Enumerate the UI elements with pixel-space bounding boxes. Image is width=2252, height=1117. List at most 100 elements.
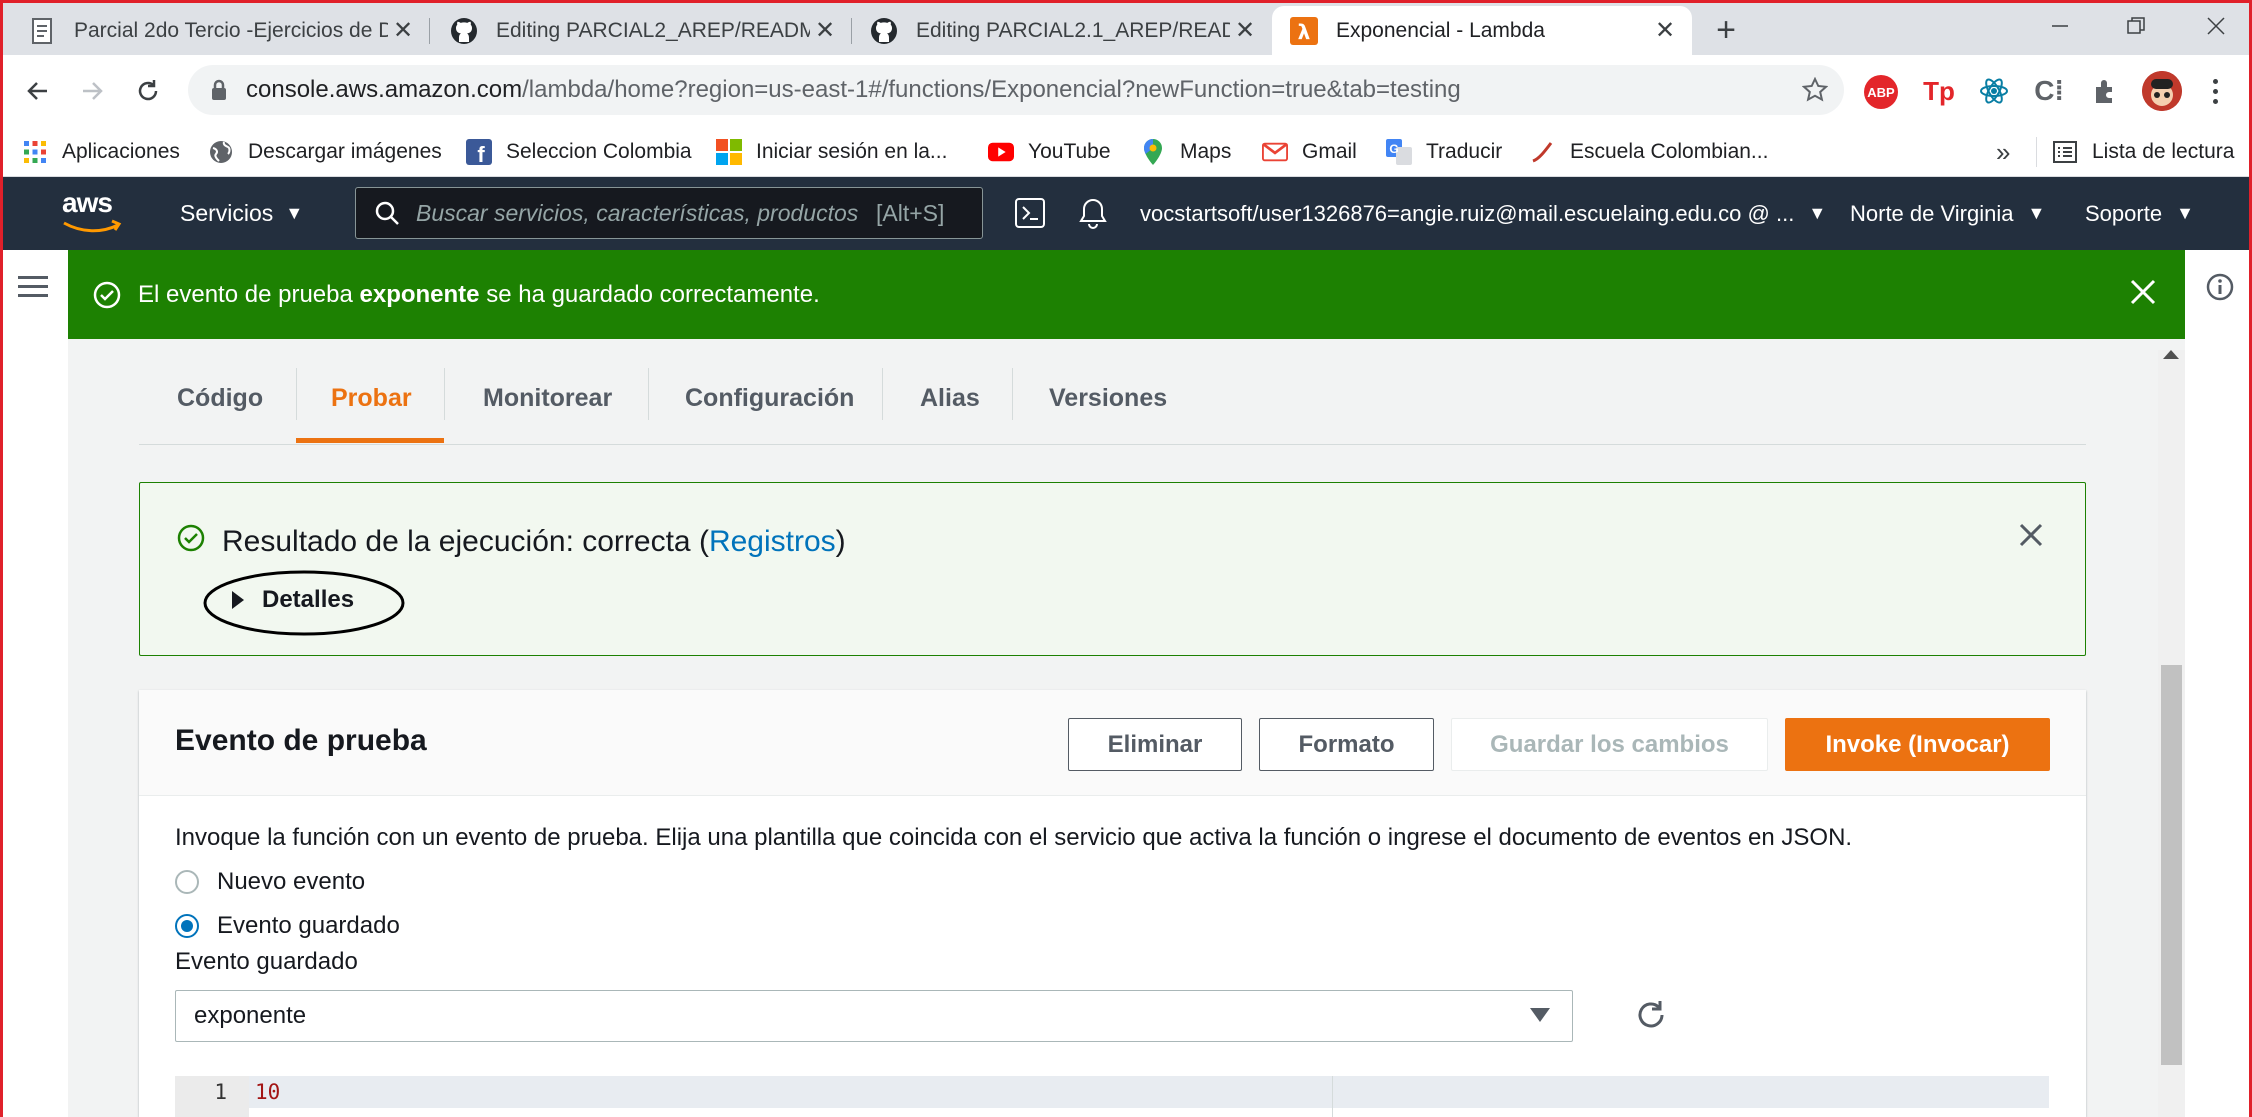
bookmark-label: Seleccion Colombia	[506, 140, 692, 163]
close-icon[interactable]: ✕	[388, 16, 418, 46]
reload-icon[interactable]	[128, 71, 168, 111]
bookmark-star-icon[interactable]	[1802, 77, 1828, 103]
services-menu[interactable]: Servicios ▼	[180, 177, 303, 250]
logs-link[interactable]: Registros	[709, 525, 836, 558]
browser-toolbar: console.aws.amazon.com/lambda/home?regio…	[0, 55, 2252, 127]
bookmark-item[interactable]: Aplicaciones	[22, 127, 180, 177]
invoke-button[interactable]: Invoke (Invocar)	[1785, 718, 2050, 771]
radio-button-selected[interactable]	[175, 914, 199, 938]
aws-search-box[interactable]: Buscar servicios, características, produ…	[355, 187, 983, 239]
line-number: 1	[214, 1080, 227, 1104]
check-circle-icon	[92, 280, 122, 310]
microsoft-icon	[716, 139, 742, 165]
delete-button[interactable]: Eliminar	[1068, 718, 1242, 771]
extension-tp-icon[interactable]: Tp	[1922, 73, 1956, 109]
tab-codigo[interactable]: Código	[177, 352, 263, 444]
tab-probar[interactable]: Probar	[331, 352, 412, 444]
close-icon[interactable]	[2129, 278, 2157, 306]
region-menu[interactable]: Norte de Virginia ▼	[1850, 177, 2045, 250]
react-devtools-icon[interactable]	[1976, 73, 2012, 109]
scroll-up-arrow-icon[interactable]	[2163, 350, 2179, 359]
bookmark-item[interactable]: Maps	[1140, 127, 1231, 177]
radio-button[interactable]	[175, 870, 199, 894]
address-bar[interactable]: console.aws.amazon.com/lambda/home?regio…	[188, 65, 1844, 115]
browser-tab[interactable]: Editing PARCIAL2_AREP/README ✕	[432, 6, 852, 55]
school-icon	[1530, 139, 1556, 165]
globe-icon	[208, 139, 234, 165]
details-toggle[interactable]: Detalles	[232, 583, 354, 617]
browser-tab-active[interactable]: λ Exponencial - Lambda ✕	[1272, 6, 1692, 55]
bookmark-item[interactable]: Descargar imágenes	[208, 127, 442, 177]
right-gutter	[2185, 250, 2252, 1117]
bookmark-label: Aplicaciones	[62, 140, 180, 163]
close-icon[interactable]: ✕	[1650, 16, 1680, 46]
new-tab-button[interactable]: +	[1706, 10, 1746, 50]
aws-logo-text: aws	[62, 187, 113, 218]
browser-tab[interactable]: Editing PARCIAL2.1_AREP/READM ✕	[852, 6, 1272, 55]
adblock-icon[interactable]: ABP	[1864, 75, 1898, 109]
saved-event-select[interactable]: exponente	[175, 990, 1573, 1042]
back-icon[interactable]	[18, 71, 58, 111]
json-editor[interactable]: 1 10	[175, 1076, 2049, 1117]
facebook-icon: f	[466, 139, 492, 165]
format-button[interactable]: Formato	[1259, 718, 1434, 771]
bookmark-label: Iniciar sesión en la...	[756, 140, 948, 163]
info-icon[interactable]	[2205, 272, 2235, 302]
hamburger-menu-icon[interactable]	[18, 274, 50, 304]
extension-c-icon[interactable]: C⁞	[2032, 73, 2066, 109]
extensions-puzzle-icon[interactable]	[2088, 73, 2124, 109]
browser-tab[interactable]: Parcial 2do Tercio -Ejercicios de D ✕	[10, 6, 430, 55]
tab-configuracion[interactable]: Configuración	[685, 352, 854, 444]
tab-divider	[296, 368, 297, 420]
bookmark-item[interactable]: Escuela Colombian...	[1530, 127, 1768, 177]
tab-alias[interactable]: Alias	[920, 352, 980, 444]
browser-tab-strip: Parcial 2do Tercio -Ejercicios de D ✕ Ed…	[0, 0, 2252, 55]
flash-prefix: El evento de prueba	[138, 280, 360, 308]
caret-down-icon: ▼	[2027, 203, 2046, 223]
refresh-icon[interactable]	[1634, 998, 1670, 1034]
code-line: 10	[255, 1080, 281, 1104]
bookmarks-overflow-button[interactable]: »	[1996, 127, 2010, 177]
save-changes-button[interactable]: Guardar los cambios	[1451, 718, 1768, 771]
details-label: Detalles	[262, 586, 355, 613]
tab-monitorear[interactable]: Monitorear	[483, 352, 612, 444]
bell-icon[interactable]	[1078, 197, 1112, 231]
radio-saved-event[interactable]: Evento guardado	[175, 910, 400, 942]
bookmark-item[interactable]: YouTube	[988, 127, 1111, 177]
bookmarks-bar: Aplicaciones Descargar imágenes f Selecc…	[0, 127, 2252, 177]
tab-title: Editing PARCIAL2_AREP/README	[496, 18, 810, 42]
search-icon	[374, 200, 400, 226]
close-icon[interactable]	[2017, 521, 2045, 549]
close-icon[interactable]: ✕	[810, 16, 840, 46]
radio-new-event[interactable]: Nuevo evento	[175, 866, 365, 898]
forward-icon[interactable]	[72, 71, 112, 111]
close-icon[interactable]: ✕	[1230, 16, 1260, 46]
bookmark-item[interactable]: Gmail	[1262, 127, 1357, 177]
search-placeholder: Buscar servicios, características, produ…	[416, 199, 859, 226]
tab-title: Parcial 2do Tercio -Ejercicios de D	[74, 18, 388, 42]
scrollbar-thumb[interactable]	[2161, 665, 2182, 1065]
cloudshell-icon[interactable]	[1014, 197, 1048, 231]
close-window-button[interactable]	[2196, 8, 2236, 44]
caret-down-icon	[1530, 1008, 1550, 1022]
bookmarks-divider	[2036, 137, 2037, 167]
browser-menu-icon[interactable]	[2200, 71, 2230, 111]
profile-avatar[interactable]	[2142, 71, 2182, 111]
tab-versiones[interactable]: Versiones	[1049, 352, 1167, 444]
active-tab-indicator	[296, 438, 444, 443]
support-menu[interactable]: Soporte ▼	[2085, 177, 2194, 250]
radio-label: Nuevo evento	[217, 868, 366, 895]
success-flash-banner: El evento de prueba exponente se ha guar…	[68, 250, 2185, 339]
translate-icon: G	[1386, 139, 1412, 165]
tab-divider	[1012, 368, 1013, 420]
bookmark-item[interactable]: G Traducir	[1386, 127, 1502, 177]
bookmark-item[interactable]: f Seleccion Colombia	[466, 127, 692, 177]
region-label: Norte de Virginia	[1850, 200, 2014, 226]
account-menu[interactable]: vocstartsoft/user1326876=angie.ruiz@mail…	[1140, 177, 1826, 250]
bookmark-item[interactable]: Iniciar sesión en la...	[716, 127, 947, 177]
check-circle-icon	[176, 523, 206, 553]
restore-window-button[interactable]	[2116, 8, 2156, 44]
aws-logo[interactable]: aws	[62, 187, 124, 239]
reading-list-button[interactable]: Lista de lectura	[2052, 127, 2234, 177]
minimize-window-button[interactable]	[2040, 8, 2080, 44]
